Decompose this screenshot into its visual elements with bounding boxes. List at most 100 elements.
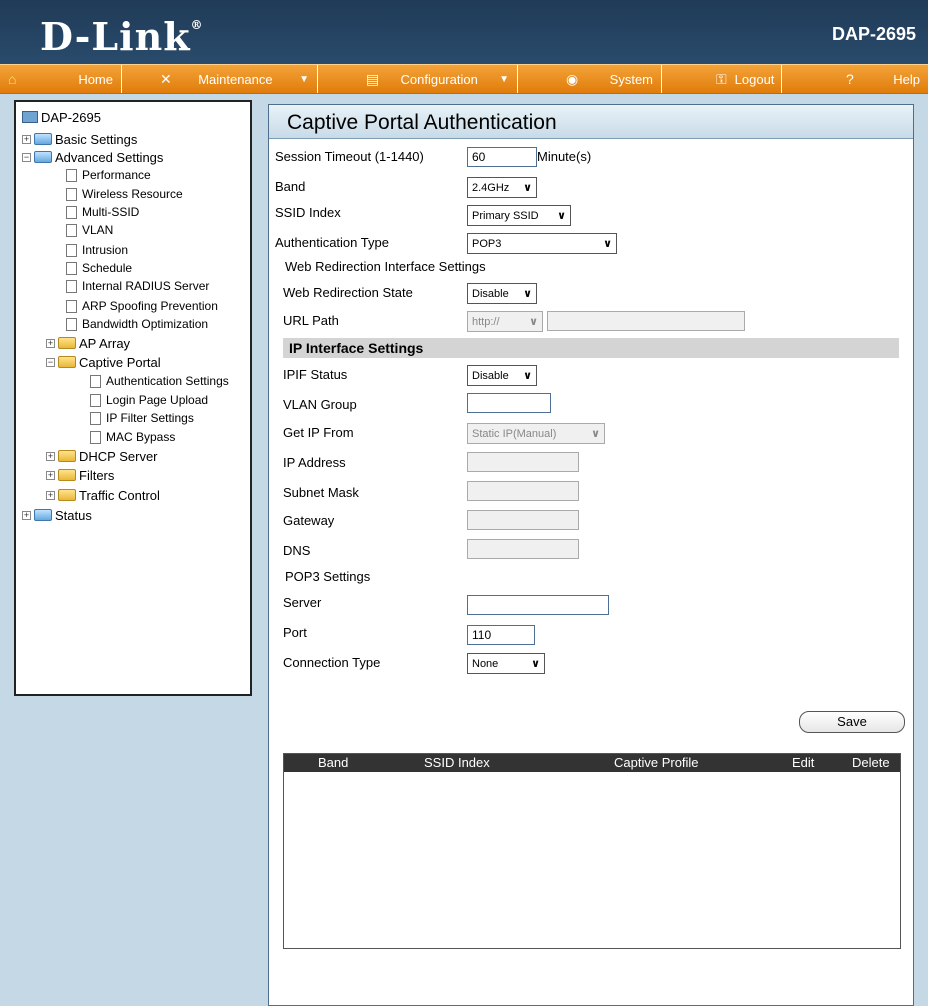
folder-icon [58,489,76,501]
tree-item-advanced-settings[interactable]: − Advanced Settings [22,148,163,166]
page-icon [66,317,77,331]
web-redirection-state-select[interactable]: Disable ∨ [467,283,537,304]
tree-item-internal-radius[interactable]: Internal RADIUS Server [66,277,209,295]
column-header-edit: Edit [792,755,815,770]
dns-label: DNS [283,543,311,558]
gateway-input[interactable] [467,510,579,530]
session-timeout-label: Session Timeout (1-1440) [275,149,424,164]
tree-item-schedule[interactable]: Schedule [66,259,132,277]
subnet-mask-input[interactable] [467,481,579,501]
menu-home[interactable]: ⌂ Home [0,65,122,93]
tools-icon: ✕ [160,70,172,87]
tree-item-status[interactable]: + Status [22,506,92,524]
page-icon [66,243,77,257]
ip-address-input[interactable] [467,452,579,472]
tree-item-authentication-settings[interactable]: Authentication Settings [90,372,229,390]
menu-help[interactable]: ? Help [782,65,928,93]
collapse-icon[interactable]: − [46,357,55,367]
server-input[interactable] [467,595,609,615]
tree-item-bandwidth[interactable]: Bandwidth Optimization [66,315,208,333]
ip-address-label: IP Address [283,455,346,470]
gateway-label: Gateway [283,513,335,528]
expand-icon[interactable]: + [22,510,31,520]
vlan-group-input[interactable] [467,393,551,413]
dlink-logo: D-Link® [40,14,204,59]
tree-item-performance[interactable]: Performance [66,166,151,184]
tree-item-ip-filter-settings[interactable]: IP Filter Settings [90,409,194,427]
auth-type-select[interactable]: POP3 ∨ [467,233,617,254]
tree-item-captive-portal[interactable]: − Captive Portal [46,353,161,371]
tree-item-intrusion[interactable]: Intrusion [66,241,128,259]
chevron-down-icon: ∨ [523,288,532,300]
page-icon [90,393,101,407]
menu-configuration[interactable]: ▤ Configuration ▼ [318,65,518,93]
system-icon: ◉ [566,70,579,87]
folder-icon [58,337,76,349]
chevron-down-icon: ∨ [591,428,600,440]
column-header-band: Band [318,755,349,770]
tree-item-filters[interactable]: + Filters [46,466,114,484]
navigation-tree: DAP-2695 + Basic Settings − Advanced Set… [14,100,252,696]
page-icon [66,261,77,275]
url-path-input[interactable] [547,311,745,331]
expand-icon[interactable]: + [46,338,55,348]
folder-icon [58,450,76,462]
expand-icon[interactable]: + [22,134,31,144]
expand-icon[interactable]: + [46,490,55,500]
chevron-down-icon: ∨ [603,238,612,250]
subnet-mask-label: Subnet Mask [283,485,359,500]
band-label: Band [275,179,306,194]
ssid-index-label: SSID Index [275,205,341,220]
tree-item-arp-spoofing[interactable]: ARP Spoofing Prevention [66,297,218,315]
computer-icon [22,111,38,123]
ssid-index-select[interactable]: Primary SSID ∨ [467,205,571,226]
get-ip-from-label: Get IP From [283,425,354,440]
tree-item-vlan[interactable]: VLAN [66,221,113,239]
tree-item-login-page-upload[interactable]: Login Page Upload [90,391,208,409]
chevron-down-icon: ∨ [523,182,532,194]
get-ip-from-select[interactable]: Static IP(Manual) ∨ [467,423,605,444]
expand-icon[interactable]: + [46,470,55,480]
tree-item-mac-bypass[interactable]: MAC Bypass [90,428,175,446]
page-icon [90,411,101,425]
tree-item-multi-ssid[interactable]: Multi-SSID [66,203,139,221]
tree-item-wireless-resource[interactable]: Wireless Resource [66,185,183,203]
port-input[interactable]: 110 [467,625,535,645]
port-label: Port [283,625,307,640]
menu-maintenance[interactable]: ✕ Maintenance ▼ [122,65,318,93]
sidebar: DAP-2695 + Basic Settings − Advanced Set… [0,94,262,1006]
ipif-status-select[interactable]: Disable ∨ [467,365,537,386]
session-timeout-unit: Minute(s) [537,149,592,164]
ipif-status-label: IPIF Status [283,367,348,382]
page-icon [90,430,101,444]
tree-item-root[interactable]: DAP-2695 [22,108,101,126]
page-icon [66,168,77,182]
home-icon: ⌂ [8,71,17,87]
page-icon [66,223,77,237]
tree-item-ap-array[interactable]: + AP Array [46,334,130,352]
page-icon [66,279,77,293]
settings-panel: Captive Portal Authentication Session Ti… [268,104,914,1006]
collapse-icon[interactable]: − [22,152,31,162]
pop3-section-title: POP3 Settings [285,569,371,584]
connection-type-select[interactable]: None ∨ [467,653,545,674]
expand-icon[interactable]: + [46,451,55,461]
dns-input[interactable] [467,539,579,559]
folder-icon [58,469,76,481]
help-icon: ? [846,71,854,87]
band-select[interactable]: 2.4GHz ∨ [467,177,537,198]
tree-item-traffic-control[interactable]: + Traffic Control [46,486,160,504]
server-label: Server [283,595,322,610]
column-header-delete: Delete [852,755,890,770]
url-path-label: URL Path [283,313,339,328]
session-timeout-input[interactable]: 60 [467,147,537,167]
tree-item-basic-settings[interactable]: + Basic Settings [22,130,137,148]
menu-logout[interactable]: ⚿ Logout [662,65,782,93]
chevron-down-icon: ∨ [523,370,532,382]
chevron-down-icon: ▼ [299,73,309,85]
chevron-down-icon: ∨ [531,658,540,670]
url-scheme-select[interactable]: http:// ∨ [467,311,543,332]
menu-system[interactable]: ◉ System [518,65,662,93]
save-button[interactable]: Save [799,711,905,733]
tree-item-dhcp-server[interactable]: + DHCP Server [46,447,158,465]
